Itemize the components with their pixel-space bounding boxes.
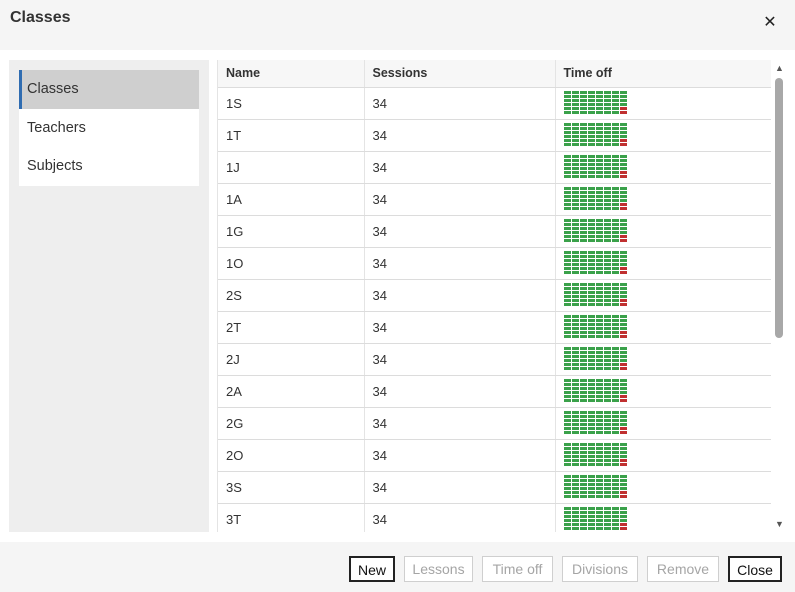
cell-sessions: 34 xyxy=(364,471,556,504)
table-row[interactable]: 3T 34 xyxy=(218,503,771,532)
cell-sessions: 34 xyxy=(364,503,556,532)
time-off-grid-icon xyxy=(563,507,629,531)
lessons-button[interactable]: Lessons xyxy=(404,556,473,582)
table-header-row: Name Sessions Time off xyxy=(218,60,771,88)
time-off-grid-icon xyxy=(563,187,629,211)
cell-sessions: 34 xyxy=(364,183,556,216)
cell-name: 2T xyxy=(218,311,365,344)
cell-name: 2A xyxy=(218,375,365,408)
cell-time-off xyxy=(555,311,771,344)
cell-sessions: 34 xyxy=(364,343,556,376)
table-row[interactable]: 2A 34 xyxy=(218,375,771,408)
time-off-grid-icon xyxy=(563,123,629,147)
table-row[interactable]: 2O 34 xyxy=(218,439,771,472)
close-icon[interactable]: ✕ xyxy=(760,13,780,33)
cell-name: 2J xyxy=(218,343,365,376)
scrollbar-thumb[interactable] xyxy=(775,78,783,338)
cell-name: 1A xyxy=(218,183,365,216)
cell-name: 2O xyxy=(218,439,365,472)
sidebar-item-subjects[interactable]: Subjects xyxy=(19,147,199,186)
time-off-grid-icon xyxy=(563,475,629,499)
cell-name: 1S xyxy=(218,87,365,120)
cell-sessions: 34 xyxy=(364,407,556,440)
cell-sessions: 34 xyxy=(364,439,556,472)
cell-time-off xyxy=(555,247,771,280)
table-row[interactable]: 1G 34 xyxy=(218,215,771,248)
cell-name: 3T xyxy=(218,503,365,532)
cell-time-off xyxy=(555,119,771,152)
divisions-button[interactable]: Divisions xyxy=(562,556,638,582)
table-body: 1S 34 1T 34 1J 34 1A 34 1G 34 1O 34 2S 34 2T 34 2J 34 2A 34… xyxy=(218,87,771,532)
cell-sessions: 34 xyxy=(364,87,556,120)
cell-name: 1T xyxy=(218,119,365,152)
cell-name: 1J xyxy=(218,151,365,184)
table-row[interactable]: 1J 34 xyxy=(218,151,771,184)
classes-table-container: Name Sessions Time off 1S 34 1T 34 1J 34 1A 34 1… xyxy=(217,60,771,532)
column-header-sessions[interactable]: Sessions xyxy=(364,60,556,88)
table-row[interactable]: 1O 34 xyxy=(218,247,771,280)
cell-time-off xyxy=(555,215,771,248)
cell-time-off xyxy=(555,343,771,376)
time-off-grid-icon xyxy=(563,443,629,467)
time-off-grid-icon xyxy=(563,251,629,275)
cell-sessions: 34 xyxy=(364,279,556,312)
time-off-grid-icon xyxy=(563,411,629,435)
time-off-button[interactable]: Time off xyxy=(482,556,553,582)
table-row[interactable]: 2S 34 xyxy=(218,279,771,312)
time-off-grid-icon xyxy=(563,91,629,115)
cell-time-off xyxy=(555,471,771,504)
scroll-down-arrow-icon[interactable]: ▼ xyxy=(773,518,786,530)
cell-time-off xyxy=(555,407,771,440)
cell-name: 1G xyxy=(218,215,365,248)
table-row[interactable]: 1T 34 xyxy=(218,119,771,152)
time-off-grid-icon xyxy=(563,283,629,307)
sidebar: Classes Teachers Subjects xyxy=(9,60,209,532)
table-row[interactable]: 2T 34 xyxy=(218,311,771,344)
sidebar-nav: Classes Teachers Subjects xyxy=(19,70,199,186)
cell-time-off xyxy=(555,503,771,532)
cell-sessions: 34 xyxy=(364,119,556,152)
table-row[interactable]: 3S 34 xyxy=(218,471,771,504)
cell-time-off xyxy=(555,151,771,184)
column-header-time-off[interactable]: Time off xyxy=(555,60,771,88)
cell-sessions: 34 xyxy=(364,311,556,344)
dialog-titlebar: Classes ✕ xyxy=(0,0,795,50)
dialog-title: Classes xyxy=(10,9,71,26)
new-button[interactable]: New xyxy=(349,556,395,582)
cell-sessions: 34 xyxy=(364,215,556,248)
cell-sessions: 34 xyxy=(364,247,556,280)
cell-name: 1O xyxy=(218,247,365,280)
cell-time-off xyxy=(555,87,771,120)
time-off-grid-icon xyxy=(563,379,629,403)
sidebar-item-classes[interactable]: Classes xyxy=(19,70,199,109)
cell-name: 2S xyxy=(218,279,365,312)
column-header-name[interactable]: Name xyxy=(218,60,365,88)
classes-table: Name Sessions Time off 1S 34 1T 34 1J 34 1A 34 1… xyxy=(218,60,771,532)
cell-time-off xyxy=(555,439,771,472)
sidebar-item-teachers[interactable]: Teachers xyxy=(19,109,199,148)
dialog-footer: New Lessons Time off Divisions Remove Cl… xyxy=(0,542,795,592)
cell-sessions: 34 xyxy=(364,151,556,184)
close-button[interactable]: Close xyxy=(728,556,782,582)
cell-name: 2G xyxy=(218,407,365,440)
dialog-content: Classes Teachers Subjects Name Sessions … xyxy=(0,50,795,542)
table-row[interactable]: 1A 34 xyxy=(218,183,771,216)
vertical-scrollbar[interactable]: ▲ ▼ xyxy=(773,60,786,532)
time-off-grid-icon xyxy=(563,315,629,339)
cell-time-off xyxy=(555,279,771,312)
scroll-up-arrow-icon[interactable]: ▲ xyxy=(773,62,786,74)
cell-name: 3S xyxy=(218,471,365,504)
time-off-grid-icon xyxy=(563,155,629,179)
table-row[interactable]: 2J 34 xyxy=(218,343,771,376)
table-row[interactable]: 2G 34 xyxy=(218,407,771,440)
cell-time-off xyxy=(555,375,771,408)
cell-time-off xyxy=(555,183,771,216)
time-off-grid-icon xyxy=(563,219,629,243)
time-off-grid-icon xyxy=(563,347,629,371)
cell-sessions: 34 xyxy=(364,375,556,408)
remove-button[interactable]: Remove xyxy=(647,556,719,582)
table-row[interactable]: 1S 34 xyxy=(218,87,771,120)
